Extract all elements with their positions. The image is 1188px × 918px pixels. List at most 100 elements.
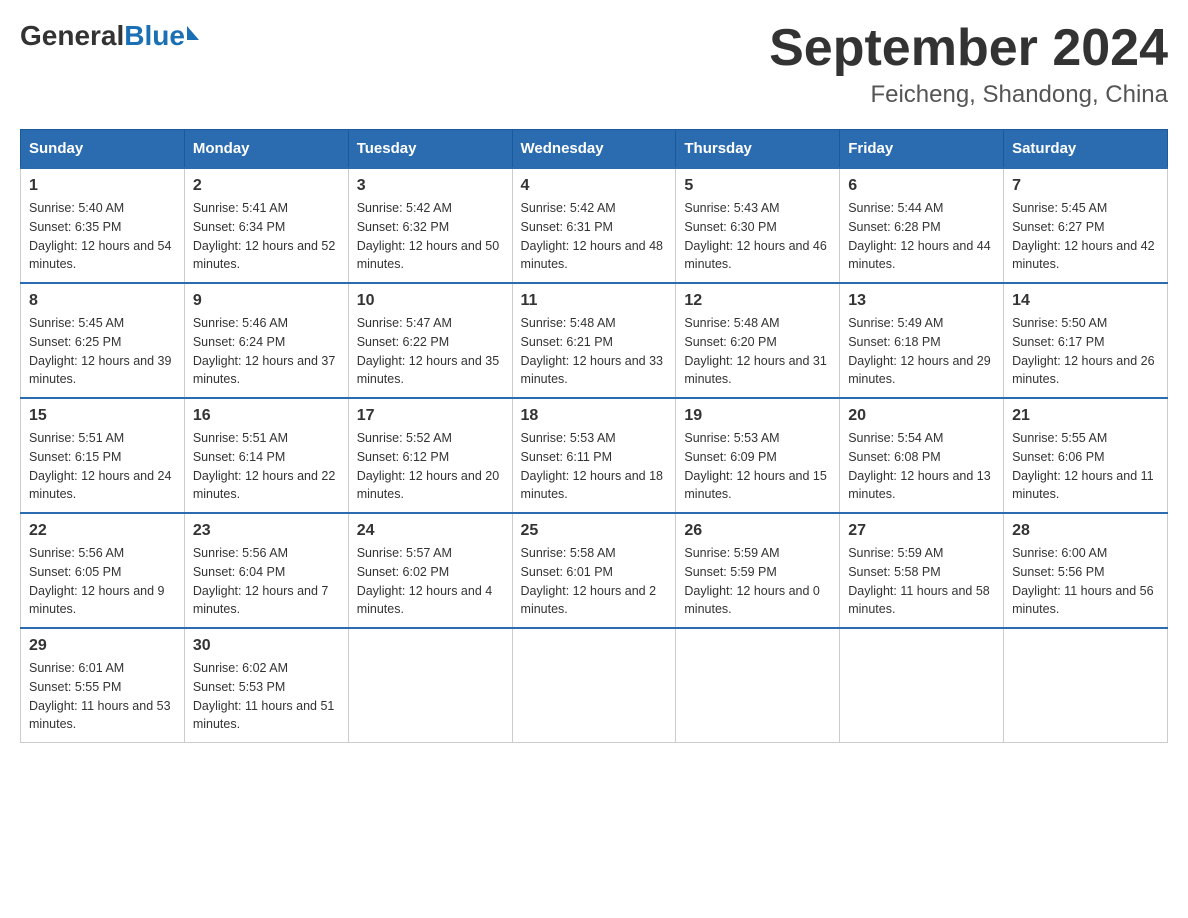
- week-row-1: 1Sunrise: 5:40 AMSunset: 6:35 PMDaylight…: [21, 168, 1168, 283]
- calendar-cell: 5 Sunrise: 5:43 AMSunset: 6:30 PMDaylight…: [676, 168, 840, 283]
- calendar-cell: [1004, 628, 1168, 743]
- day-info: Sunrise: 5:58 AMSunset: 6:01 PMDaylight:…: [521, 544, 668, 619]
- header-thursday: Thursday: [676, 130, 840, 169]
- calendar-cell: 15 Sunrise: 5:51 AMSunset: 6:15 PMDayligh…: [21, 398, 185, 513]
- week-row-4: 22 Sunrise: 5:56 AMSunset: 6:05 PMDayligh…: [21, 513, 1168, 628]
- week-row-2: 8Sunrise: 5:45 AMSunset: 6:25 PMDaylight…: [21, 283, 1168, 398]
- day-info: Sunrise: 5:55 AMSunset: 6:06 PMDaylight:…: [1012, 429, 1159, 504]
- logo-blue-text: Blue: [124, 20, 185, 52]
- day-info: Sunrise: 5:45 AMSunset: 6:25 PMDaylight:…: [29, 314, 176, 389]
- header-saturday: Saturday: [1004, 130, 1168, 169]
- day-number: 5: [684, 177, 831, 195]
- day-number: 27: [848, 522, 995, 540]
- calendar-body: 1Sunrise: 5:40 AMSunset: 6:35 PMDaylight…: [21, 168, 1168, 743]
- calendar-cell: 18 Sunrise: 5:53 AMSunset: 6:11 PMDayligh…: [512, 398, 676, 513]
- calendar-cell: 17 Sunrise: 5:52 AMSunset: 6:12 PMDayligh…: [348, 398, 512, 513]
- day-info: Sunrise: 5:44 AMSunset: 6:28 PMDaylight:…: [848, 199, 995, 274]
- calendar-cell: 21 Sunrise: 5:55 AMSunset: 6:06 PMDayligh…: [1004, 398, 1168, 513]
- header-tuesday: Tuesday: [348, 130, 512, 169]
- day-info: Sunrise: 6:02 AMSunset: 5:53 PMDaylight:…: [193, 659, 340, 734]
- logo-general-text: General: [20, 20, 124, 52]
- calendar-cell: [512, 628, 676, 743]
- calendar-cell: 16 Sunrise: 5:51 AMSunset: 6:14 PMDayligh…: [184, 398, 348, 513]
- day-info: Sunrise: 5:53 AMSunset: 6:11 PMDaylight:…: [521, 429, 668, 504]
- calendar-cell: 27 Sunrise: 5:59 AMSunset: 5:58 PMDayligh…: [840, 513, 1004, 628]
- day-info: Sunrise: 5:51 AMSunset: 6:14 PMDaylight:…: [193, 429, 340, 504]
- day-number: 3: [357, 177, 504, 195]
- calendar-header: SundayMondayTuesdayWednesdayThursdayFrid…: [21, 130, 1168, 169]
- day-info: Sunrise: 5:40 AMSunset: 6:35 PMDaylight:…: [29, 199, 176, 274]
- calendar-cell: 12 Sunrise: 5:48 AMSunset: 6:20 PMDayligh…: [676, 283, 840, 398]
- calendar-cell: 23 Sunrise: 5:56 AMSunset: 6:04 PMDayligh…: [184, 513, 348, 628]
- page-header: General Blue September 2024 Feicheng, Sh…: [20, 20, 1168, 109]
- header-monday: Monday: [184, 130, 348, 169]
- title-section: September 2024 Feicheng, Shandong, China: [769, 20, 1168, 109]
- calendar-cell: 19 Sunrise: 5:53 AMSunset: 6:09 PMDayligh…: [676, 398, 840, 513]
- day-number: 20: [848, 407, 995, 425]
- day-number: 10: [357, 292, 504, 310]
- day-info: Sunrise: 5:45 AMSunset: 6:27 PMDaylight:…: [1012, 199, 1159, 274]
- calendar-cell: 10Sunrise: 5:47 AMSunset: 6:22 PMDayligh…: [348, 283, 512, 398]
- day-number: 26: [684, 522, 831, 540]
- day-info: Sunrise: 5:52 AMSunset: 6:12 PMDaylight:…: [357, 429, 504, 504]
- day-number: 12: [684, 292, 831, 310]
- day-number: 28: [1012, 522, 1159, 540]
- month-title: September 2024: [769, 20, 1168, 77]
- day-number: 6: [848, 177, 995, 195]
- calendar-cell: [676, 628, 840, 743]
- calendar-cell: 13 Sunrise: 5:49 AMSunset: 6:18 PMDayligh…: [840, 283, 1004, 398]
- calendar-cell: 29 Sunrise: 6:01 AMSunset: 5:55 PMDayligh…: [21, 628, 185, 743]
- calendar-cell: 20Sunrise: 5:54 AMSunset: 6:08 PMDayligh…: [840, 398, 1004, 513]
- day-number: 11: [521, 292, 668, 310]
- day-number: 21: [1012, 407, 1159, 425]
- day-info: Sunrise: 5:43 AMSunset: 6:30 PMDaylight:…: [684, 199, 831, 274]
- calendar-cell: 11Sunrise: 5:48 AMSunset: 6:21 PMDayligh…: [512, 283, 676, 398]
- logo: General Blue: [20, 20, 199, 52]
- calendar-cell: 2 Sunrise: 5:41 AMSunset: 6:34 PMDaylight…: [184, 168, 348, 283]
- day-number: 4: [521, 177, 668, 195]
- day-info: Sunrise: 5:56 AMSunset: 6:05 PMDaylight:…: [29, 544, 176, 619]
- day-number: 25: [521, 522, 668, 540]
- day-number: 18: [521, 407, 668, 425]
- header-row: SundayMondayTuesdayWednesdayThursdayFrid…: [21, 130, 1168, 169]
- day-info: Sunrise: 5:59 AMSunset: 5:58 PMDaylight:…: [848, 544, 995, 619]
- calendar-table: SundayMondayTuesdayWednesdayThursdayFrid…: [20, 129, 1168, 743]
- day-number: 2: [193, 177, 340, 195]
- calendar-cell: 26Sunrise: 5:59 AMSunset: 5:59 PMDayligh…: [676, 513, 840, 628]
- day-number: 19: [684, 407, 831, 425]
- week-row-5: 29 Sunrise: 6:01 AMSunset: 5:55 PMDayligh…: [21, 628, 1168, 743]
- day-number: 15: [29, 407, 176, 425]
- day-number: 16: [193, 407, 340, 425]
- day-info: Sunrise: 5:56 AMSunset: 6:04 PMDaylight:…: [193, 544, 340, 619]
- day-info: Sunrise: 5:57 AMSunset: 6:02 PMDaylight:…: [357, 544, 504, 619]
- day-info: Sunrise: 5:42 AMSunset: 6:31 PMDaylight:…: [521, 199, 668, 274]
- day-number: 9: [193, 292, 340, 310]
- day-info: Sunrise: 5:48 AMSunset: 6:20 PMDaylight:…: [684, 314, 831, 389]
- calendar-cell: 25 Sunrise: 5:58 AMSunset: 6:01 PMDayligh…: [512, 513, 676, 628]
- calendar-cell: 14Sunrise: 5:50 AMSunset: 6:17 PMDayligh…: [1004, 283, 1168, 398]
- day-info: Sunrise: 5:41 AMSunset: 6:34 PMDaylight:…: [193, 199, 340, 274]
- calendar-cell: 22 Sunrise: 5:56 AMSunset: 6:05 PMDayligh…: [21, 513, 185, 628]
- calendar-cell: 8Sunrise: 5:45 AMSunset: 6:25 PMDaylight…: [21, 283, 185, 398]
- week-row-3: 15 Sunrise: 5:51 AMSunset: 6:15 PMDayligh…: [21, 398, 1168, 513]
- day-info: Sunrise: 5:46 AMSunset: 6:24 PMDaylight:…: [193, 314, 340, 389]
- day-info: Sunrise: 5:51 AMSunset: 6:15 PMDaylight:…: [29, 429, 176, 504]
- day-number: 22: [29, 522, 176, 540]
- calendar-cell: 9 Sunrise: 5:46 AMSunset: 6:24 PMDaylight…: [184, 283, 348, 398]
- location-title: Feicheng, Shandong, China: [769, 81, 1168, 109]
- calendar-cell: 1Sunrise: 5:40 AMSunset: 6:35 PMDaylight…: [21, 168, 185, 283]
- day-number: 23: [193, 522, 340, 540]
- calendar-cell: 6 Sunrise: 5:44 AMSunset: 6:28 PMDaylight…: [840, 168, 1004, 283]
- day-number: 17: [357, 407, 504, 425]
- calendar-cell: [840, 628, 1004, 743]
- day-info: Sunrise: 5:49 AMSunset: 6:18 PMDaylight:…: [848, 314, 995, 389]
- day-number: 13: [848, 292, 995, 310]
- day-info: Sunrise: 6:00 AMSunset: 5:56 PMDaylight:…: [1012, 544, 1159, 619]
- day-info: Sunrise: 5:53 AMSunset: 6:09 PMDaylight:…: [684, 429, 831, 504]
- header-sunday: Sunday: [21, 130, 185, 169]
- calendar-cell: 4 Sunrise: 5:42 AMSunset: 6:31 PMDaylight…: [512, 168, 676, 283]
- day-info: Sunrise: 6:01 AMSunset: 5:55 PMDaylight:…: [29, 659, 176, 734]
- calendar-cell: 3Sunrise: 5:42 AMSunset: 6:32 PMDaylight…: [348, 168, 512, 283]
- calendar-cell: 24Sunrise: 5:57 AMSunset: 6:02 PMDayligh…: [348, 513, 512, 628]
- day-number: 29: [29, 637, 176, 655]
